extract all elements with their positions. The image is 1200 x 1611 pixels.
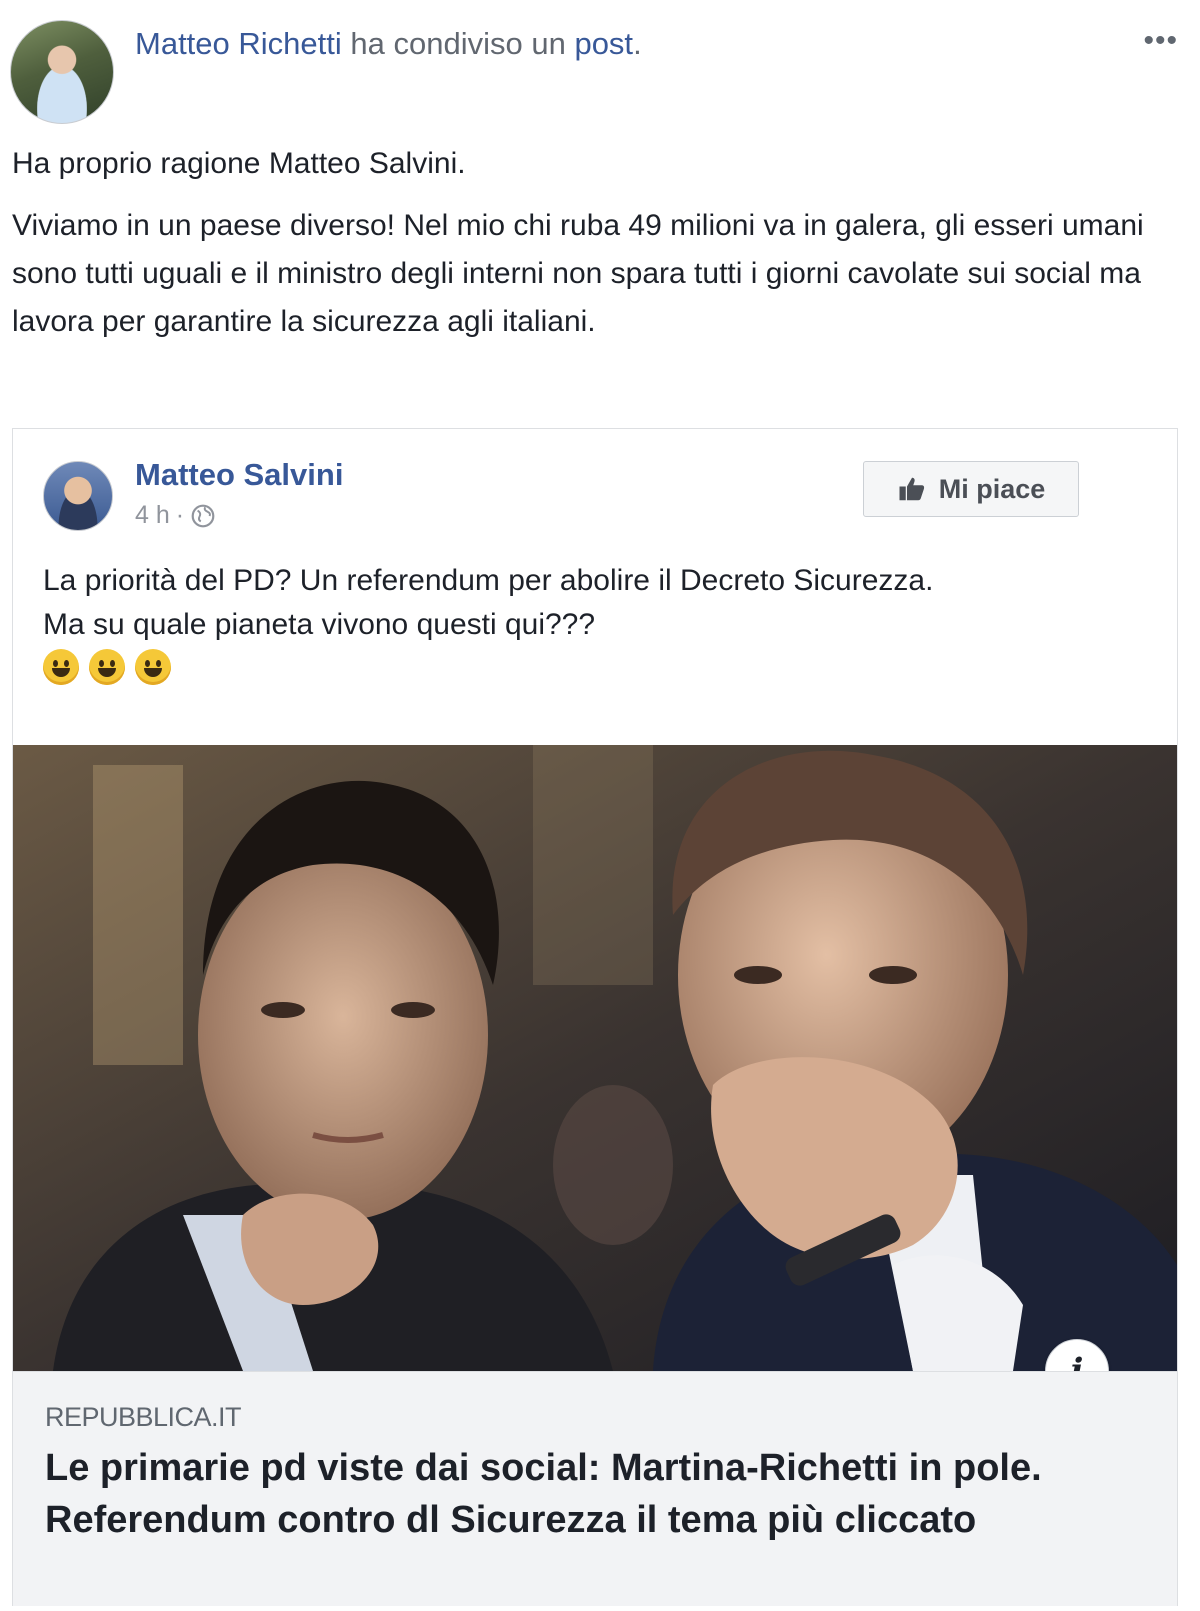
emoji-row [43,649,171,685]
shared-author-avatar[interactable] [43,461,113,531]
shared-text-line-1: La priorità del PD? Un referendum per ab… [43,564,934,597]
like-page-button[interactable]: Mi piace [863,461,1079,517]
link-preview-footer[interactable]: REPUBBLICA.IT Le primarie pd viste dai s… [13,1371,1177,1606]
shared-post-card: Matteo Salvini 4 h · Mi piace La priorit… [12,428,1178,1606]
post-paragraph-2: Viviamo in un paese diverso! Nel mio chi… [12,209,1144,338]
share-action-text: ha condiviso un [350,26,566,61]
author-name-link[interactable]: Matteo Richetti [135,26,342,61]
thumbs-up-icon [899,477,924,501]
globe-icon [191,504,215,527]
grinning-face-icon [135,649,171,685]
link-domain: REPUBBLICA.IT [45,1402,242,1432]
header-period: . [633,26,642,61]
more-options-icon[interactable]: ••• [1143,24,1178,58]
shared-post-meta: 4 h · [135,501,216,530]
grinning-face-icon [43,649,79,685]
grinning-face-icon [89,649,125,685]
like-button-label: Mi piace [938,473,1046,504]
post-header: Matteo Richetti ha condiviso un post. [135,26,642,62]
shared-author-name[interactable]: Matteo Salvini [135,457,343,493]
link-title[interactable]: Le primarie pd viste dai social: Martina… [45,1442,1155,1546]
author-avatar[interactable] [10,20,114,124]
shared-post-time[interactable]: 4 h [135,501,170,530]
shared-text-line-2: Ma su quale pianeta vivono questi qui??? [43,608,596,641]
post-body: Ha proprio ragione Matteo Salvini. Vivia… [12,140,1177,360]
post-paragraph-1: Ha proprio ragione Matteo Salvini. [12,147,466,180]
shared-post-text: La priorità del PD? Un referendum per ab… [43,559,1153,647]
meta-separator: · [175,501,185,529]
news-photo [13,745,1177,1371]
link-preview-image[interactable] [13,745,1177,1371]
shared-post-link[interactable]: post [574,26,633,61]
